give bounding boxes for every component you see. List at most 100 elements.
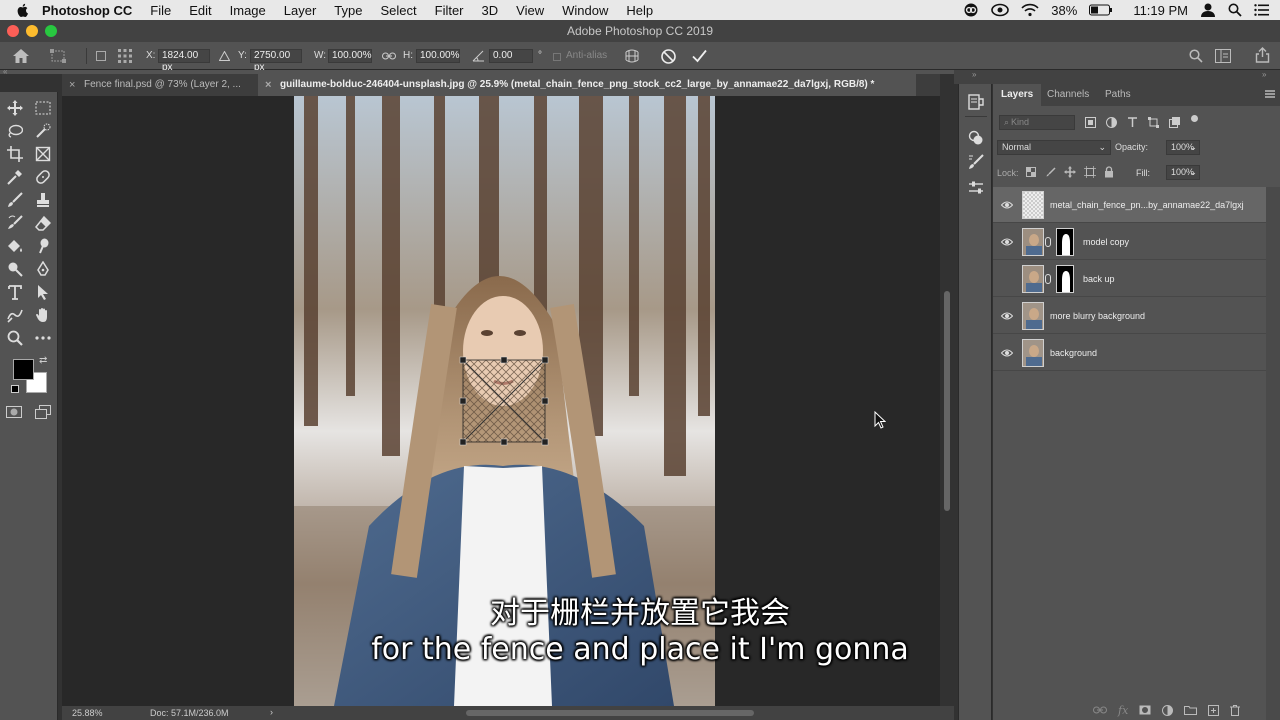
lock-transparent-pixels-icon[interactable] bbox=[1026, 167, 1036, 177]
collapse-toolbar-icon[interactable]: « bbox=[3, 67, 7, 76]
tab-fence-final[interactable]: × Fence final.psd @ 73% (Layer 2, ... bbox=[62, 74, 260, 96]
search-icon[interactable] bbox=[1189, 49, 1203, 63]
tab-guillaume-bolduc[interactable]: × guillaume-bolduc-246404-unsplash.jpg @… bbox=[258, 74, 916, 96]
filter-adjustment-icon[interactable] bbox=[1106, 117, 1117, 128]
brush-tool[interactable] bbox=[4, 190, 26, 210]
layer-filter-kind[interactable]: ⌕ Kind bbox=[999, 115, 1075, 130]
tab-layers[interactable]: Layers bbox=[993, 84, 1042, 106]
lock-artboard-icon[interactable] bbox=[1084, 166, 1096, 178]
zoom-tool[interactable] bbox=[4, 328, 26, 348]
eraser-tool[interactable] bbox=[32, 213, 54, 233]
filter-toggle[interactable] bbox=[1191, 115, 1198, 122]
pen-tool[interactable] bbox=[32, 259, 54, 279]
lock-all-icon[interactable] bbox=[1104, 166, 1114, 178]
menu-filter[interactable]: Filter bbox=[435, 3, 464, 18]
blend-mode-select[interactable]: Normal ⌄ bbox=[997, 140, 1111, 155]
layer-row[interactable]: metal_chain_fence_pn...by_annamae22_da7l… bbox=[993, 187, 1266, 223]
commit-transform-icon[interactable] bbox=[692, 49, 707, 63]
eyedropper-tool[interactable] bbox=[4, 167, 26, 187]
clock[interactable]: 11:19 PM bbox=[1133, 3, 1188, 18]
frame-tool[interactable] bbox=[32, 144, 54, 164]
clone-stamp-tool[interactable] bbox=[32, 190, 54, 210]
paint-bucket-tool[interactable] bbox=[4, 236, 26, 256]
close-tab-icon[interactable]: × bbox=[69, 74, 75, 96]
color-panel-icon[interactable] bbox=[968, 130, 984, 146]
home-icon[interactable] bbox=[12, 48, 30, 64]
layer-name[interactable]: metal_chain_fence_pn...by_annamae22_da7l… bbox=[1050, 200, 1244, 210]
quick-mask-icon[interactable] bbox=[6, 406, 22, 418]
warp-mode-icon[interactable] bbox=[624, 48, 640, 64]
crop-tool[interactable] bbox=[4, 144, 26, 164]
adjustments-panel-icon[interactable] bbox=[968, 180, 984, 196]
add-mask-icon[interactable] bbox=[1139, 705, 1151, 715]
visibility-eye-icon[interactable] bbox=[1001, 200, 1013, 210]
fill-field[interactable]: 100% ⌄ bbox=[1166, 165, 1200, 180]
history-brush-tool[interactable] bbox=[4, 213, 26, 233]
menu-image[interactable]: Image bbox=[230, 3, 266, 18]
panel-menu-icon[interactable] bbox=[1265, 90, 1275, 98]
lasso-tool[interactable] bbox=[4, 121, 26, 141]
foreground-color-swatch[interactable] bbox=[13, 359, 34, 380]
visibility-toggle-hidden[interactable] bbox=[1001, 274, 1013, 284]
layer-name[interactable]: back up bbox=[1083, 274, 1115, 284]
y-position-field[interactable]: 2750.00 px bbox=[250, 49, 302, 73]
default-colors-icon[interactable] bbox=[11, 385, 19, 393]
menu-layer[interactable]: Layer bbox=[284, 3, 317, 18]
layer-name[interactable]: more blurry background bbox=[1050, 311, 1145, 321]
close-tab-icon[interactable]: × bbox=[265, 74, 271, 96]
history-panel-icon[interactable] bbox=[968, 94, 984, 110]
collapse-dock-icon[interactable]: » bbox=[972, 70, 976, 79]
layer-row[interactable]: model copy bbox=[993, 224, 1266, 260]
swap-colors-icon[interactable]: ⇄ bbox=[39, 355, 47, 366]
shape-tool[interactable] bbox=[4, 305, 26, 325]
mask-link-icon[interactable] bbox=[1045, 274, 1051, 284]
horizontal-scroll-thumb[interactable] bbox=[466, 710, 754, 716]
layer-style-icon[interactable]: fx bbox=[1118, 704, 1128, 717]
antialias-checkbox[interactable] bbox=[553, 53, 561, 61]
width-field[interactable]: 100.00% bbox=[328, 49, 372, 63]
layer-mask-thumbnail[interactable] bbox=[1056, 265, 1074, 293]
user-icon[interactable] bbox=[1200, 3, 1216, 17]
filter-type-icon[interactable] bbox=[1127, 117, 1138, 128]
adjustment-layer-icon[interactable] bbox=[1162, 704, 1174, 716]
lock-position-icon[interactable] bbox=[1064, 166, 1076, 178]
move-tool[interactable] bbox=[4, 98, 26, 118]
link-proportions-icon[interactable] bbox=[382, 51, 396, 61]
screen-mode-icon[interactable] bbox=[35, 405, 51, 419]
spotlight-search-icon[interactable] bbox=[1228, 3, 1242, 17]
marquee-tool[interactable] bbox=[32, 98, 54, 118]
vertical-scroll-thumb[interactable] bbox=[944, 291, 950, 511]
dodge-tool[interactable] bbox=[4, 259, 26, 279]
reference-point-grid-icon[interactable] bbox=[118, 49, 132, 63]
close-window-button[interactable] bbox=[7, 25, 19, 37]
status-menu-arrow[interactable]: › bbox=[270, 707, 273, 717]
menu-3d[interactable]: 3D bbox=[482, 3, 499, 18]
mask-link-icon[interactable] bbox=[1045, 237, 1051, 247]
battery-icon[interactable] bbox=[1089, 4, 1113, 16]
cancel-transform-icon[interactable] bbox=[661, 49, 676, 64]
workspace-icon[interactable] bbox=[1215, 49, 1231, 63]
notification-center-icon[interactable] bbox=[1254, 3, 1270, 17]
sync-icon[interactable] bbox=[991, 3, 1010, 17]
type-tool[interactable] bbox=[4, 282, 26, 302]
zoom-level[interactable]: 25.88% bbox=[72, 708, 103, 718]
creative-cloud-icon[interactable] bbox=[963, 3, 979, 17]
healing-brush-tool[interactable] bbox=[32, 167, 54, 187]
smudge-tool[interactable] bbox=[32, 236, 54, 256]
apple-logo-icon[interactable] bbox=[16, 3, 30, 17]
rotate-angle-icon[interactable] bbox=[472, 50, 485, 62]
tab-paths[interactable]: Paths bbox=[1097, 84, 1139, 106]
path-selection-tool[interactable] bbox=[32, 282, 54, 302]
link-layers-icon[interactable] bbox=[1093, 705, 1107, 715]
new-group-icon[interactable] bbox=[1184, 705, 1198, 715]
visibility-eye-icon[interactable] bbox=[1001, 348, 1013, 358]
tab-channels[interactable]: Channels bbox=[1039, 84, 1097, 106]
delete-layer-icon[interactable] bbox=[1230, 704, 1241, 716]
minimize-window-button[interactable] bbox=[26, 25, 38, 37]
menu-select[interactable]: Select bbox=[380, 3, 416, 18]
menu-edit[interactable]: Edit bbox=[189, 3, 211, 18]
share-icon[interactable] bbox=[1255, 47, 1270, 63]
x-position-field[interactable]: 1824.00 px bbox=[158, 49, 210, 73]
visibility-eye-icon[interactable] bbox=[1001, 311, 1013, 321]
fence-transform-box[interactable] bbox=[459, 356, 549, 446]
